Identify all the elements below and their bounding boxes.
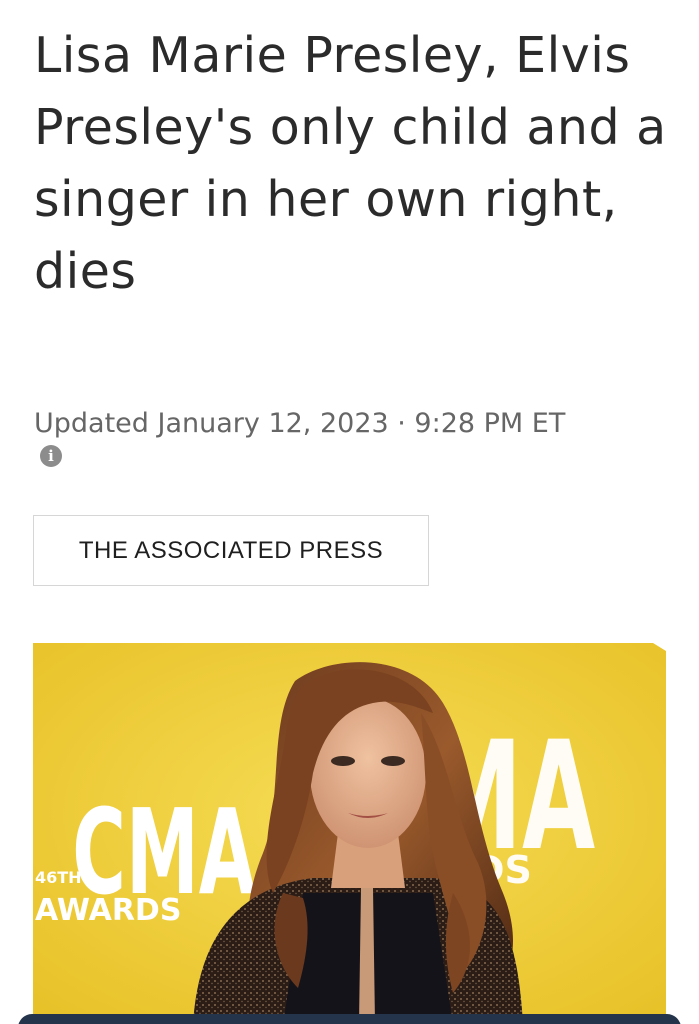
source-byline[interactable]: THE ASSOCIATED PRESS bbox=[33, 515, 429, 586]
info-icon[interactable]: i bbox=[40, 445, 62, 467]
source-byline-label: THE ASSOCIATED PRESS bbox=[78, 536, 384, 564]
photo-caption-bar bbox=[18, 1014, 681, 1024]
article-photo-image: MA DS CMA 46TH AWARDS bbox=[33, 643, 666, 1024]
backdrop-awards: AWARDS bbox=[35, 893, 181, 928]
article-page: Lisa Marie Presley, Elvis Presley's only… bbox=[0, 0, 699, 1024]
backdrop-edition: 46TH bbox=[35, 868, 82, 887]
article-headline: Lisa Marie Presley, Elvis Presley's only… bbox=[34, 27, 667, 300]
article-updated-timestamp: Updated January 12, 2023 · 9:28 PM ET bbox=[34, 408, 566, 439]
article-photo[interactable]: MA DS CMA 46TH AWARDS bbox=[33, 643, 666, 1024]
